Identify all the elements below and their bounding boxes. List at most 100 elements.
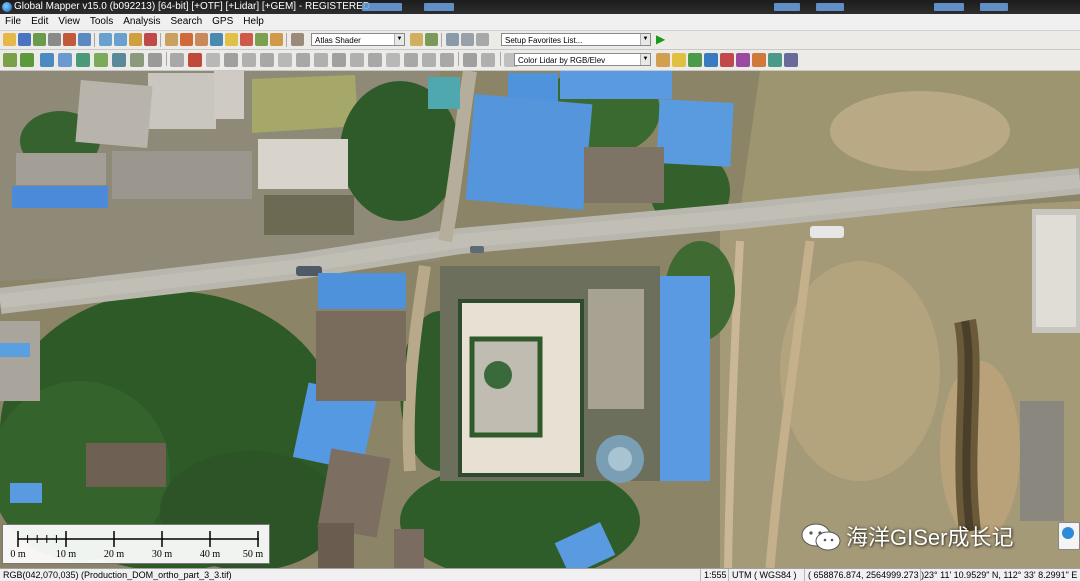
cut-icon[interactable] <box>350 53 364 67</box>
menu-view[interactable]: View <box>53 14 85 30</box>
merge-icon[interactable] <box>188 53 202 67</box>
simplify-icon[interactable] <box>296 53 310 67</box>
scale-label-40: 40 m <box>199 549 221 560</box>
rotate-icon[interactable] <box>242 53 256 67</box>
lidar-color-select[interactable]: Color Lidar by RGB/Elev ▼ <box>514 53 651 66</box>
menu-bar: File Edit View Tools Analysis Search GPS Help <box>0 14 1080 31</box>
transparency-icon[interactable] <box>476 33 489 46</box>
feature-info-icon[interactable] <box>240 33 253 46</box>
window-title-bar[interactable]: Global Mapper v15.0 (b092213) [64-bit] [… <box>0 0 1080 14</box>
zoom-out-icon[interactable] <box>114 33 127 46</box>
redo-icon[interactable] <box>440 53 454 67</box>
menu-file[interactable]: File <box>0 14 26 30</box>
dropdown-arrow-icon[interactable] <box>270 33 283 46</box>
lidar-profile-icon[interactable] <box>672 53 686 67</box>
info-icon[interactable] <box>225 33 238 46</box>
path-profile-icon[interactable] <box>255 33 268 46</box>
scale-bar-ruler <box>17 531 259 547</box>
scale-label-30: 30 m <box>151 549 173 560</box>
lidar-elev-icon[interactable] <box>704 53 718 67</box>
favorites-select[interactable]: Setup Favorites List... ▼ <box>501 33 651 46</box>
open-icon[interactable] <box>3 33 16 46</box>
lidar-rgb-icon[interactable] <box>720 53 734 67</box>
scale-label-20: 20 m <box>103 549 125 560</box>
menu-edit[interactable]: Edit <box>26 14 53 30</box>
zoom-in-icon[interactable] <box>99 33 112 46</box>
wechat-logo-icon <box>801 523 841 551</box>
create-line-icon[interactable] <box>58 53 72 67</box>
digitizer-toolbar: Color Lidar by RGB/Elev ▼ <box>0 50 1080 71</box>
floating-widget-icon[interactable] <box>1058 522 1080 550</box>
undo-icon[interactable] <box>422 53 436 67</box>
watermark-text: 海洋GISer成长记 <box>846 525 1014 550</box>
save-icon[interactable] <box>18 33 31 46</box>
lidar-ground-icon[interactable] <box>768 53 782 67</box>
measure-icon[interactable] <box>210 33 223 46</box>
lighting-icon[interactable] <box>425 33 438 46</box>
lidar-stats-icon[interactable] <box>688 53 702 67</box>
scale-icon[interactable] <box>260 53 274 67</box>
pan-icon[interactable] <box>165 33 178 46</box>
delete-feature-icon[interactable] <box>404 53 418 67</box>
move-vertex-icon[interactable] <box>224 53 238 67</box>
contrast-icon[interactable] <box>461 33 474 46</box>
menu-tools[interactable]: Tools <box>85 14 118 30</box>
grid-icon[interactable] <box>148 53 162 67</box>
menu-gps[interactable]: GPS <box>207 14 238 30</box>
layers-icon[interactable] <box>63 33 76 46</box>
export-icon[interactable] <box>33 33 46 46</box>
shader-select-value: Atlas Shader <box>315 36 361 45</box>
lidar-grid-icon[interactable] <box>784 53 798 67</box>
3d-view-icon[interactable] <box>446 33 459 46</box>
edit-feature-icon[interactable] <box>3 53 17 67</box>
create-area-icon[interactable] <box>76 53 90 67</box>
menu-analysis[interactable]: Analysis <box>118 14 165 30</box>
menu-search[interactable]: Search <box>165 14 207 30</box>
lidar-return-icon[interactable] <box>752 53 766 67</box>
copy-feature-icon[interactable] <box>368 53 382 67</box>
main-toolbar: Atlas Shader ▼ Setup Favorites List... ▼ ▶ <box>0 31 1080 50</box>
digitizer-icon[interactable] <box>195 33 208 46</box>
chevron-down-icon: ▼ <box>394 34 404 45</box>
reshape-icon[interactable] <box>206 53 220 67</box>
crop-icon[interactable] <box>332 53 346 67</box>
create-rect-icon[interactable] <box>94 53 108 67</box>
split-icon[interactable] <box>170 53 184 67</box>
select-feature-icon[interactable] <box>20 53 34 67</box>
map-view[interactable]: 0 m 10 m 20 m 30 m 40 m 50 m 海洋GISer成长记 <box>0 71 1080 568</box>
smooth-icon[interactable] <box>278 53 292 67</box>
status-projected-coords: ( 658876.874, 2564999.273 ) <box>804 569 924 581</box>
window-title: Global Mapper v15.0 (b092213) [64-bit] [… <box>14 1 370 12</box>
status-pixel-info: RGB(042,070,035) (Production_DOM_ortho_p… <box>3 570 232 580</box>
config-icon[interactable] <box>78 33 91 46</box>
menu-help[interactable]: Help <box>238 14 269 30</box>
status-scale: 1:555 <box>700 569 728 581</box>
status-projection: UTM ( WGS84 ) <box>728 569 804 581</box>
lidar-select-icon[interactable] <box>463 53 477 67</box>
favorites-select-value: Setup Favorites List... <box>505 36 583 45</box>
print-icon[interactable] <box>48 33 61 46</box>
create-circle-icon[interactable] <box>112 53 126 67</box>
scale-label-10: 10 m <box>55 549 77 560</box>
lidar-filter-icon[interactable] <box>481 53 495 67</box>
scale-label-0: 0 m <box>10 549 26 560</box>
hand-icon[interactable] <box>291 33 304 46</box>
shader-options-icon[interactable] <box>410 33 423 46</box>
lidar-color-select-value: Color Lidar by RGB/Elev <box>518 56 606 65</box>
zoom-full-icon[interactable] <box>129 33 142 46</box>
refresh-icon[interactable] <box>180 33 193 46</box>
home-icon[interactable] <box>144 33 157 46</box>
chevron-down-icon: ▼ <box>640 54 650 65</box>
buffer-icon[interactable] <box>130 53 144 67</box>
join-icon[interactable] <box>314 53 328 67</box>
create-point-icon[interactable] <box>40 53 54 67</box>
shader-select[interactable]: Atlas Shader ▼ <box>311 33 405 46</box>
scale-bar: 0 m 10 m 20 m 30 m 40 m 50 m <box>2 524 270 564</box>
chevron-down-icon: ▼ <box>640 34 650 45</box>
lidar-class-icon[interactable] <box>656 53 670 67</box>
paste-feature-icon[interactable] <box>386 53 400 67</box>
app-icon <box>2 2 12 12</box>
run-icon[interactable]: ▶ <box>656 33 669 46</box>
status-geo-coords: 23° 11' 10.9529" N, 112° 33' 8.2991" E <box>920 569 1080 581</box>
lidar-intensity-icon[interactable] <box>736 53 750 67</box>
